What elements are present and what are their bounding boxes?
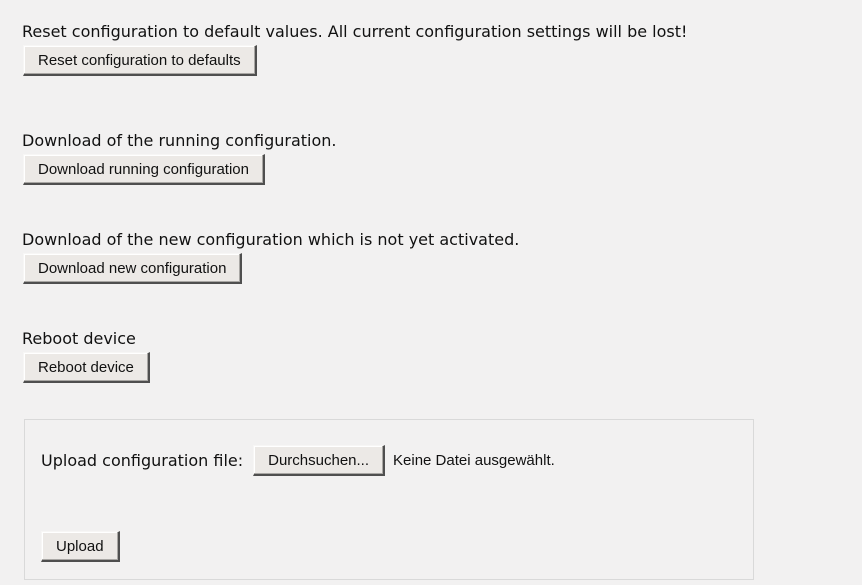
download-new-section: Download of the new configuration which … <box>22 230 519 284</box>
browse-file-button[interactable]: Durchsuchen... <box>253 445 386 476</box>
reset-description: Reset configuration to default values. A… <box>22 22 688 41</box>
upload-file-label: Upload configuration file: <box>41 450 244 470</box>
upload-button-wrapper: Upload <box>40 528 120 562</box>
reboot-description: Reboot device <box>22 329 136 348</box>
download-running-section: Download of the running configuration. D… <box>22 131 337 185</box>
reboot-section: Reboot device Reboot device <box>22 329 150 383</box>
selected-file-status: Keine Datei ausgewählt. <box>393 452 555 469</box>
reboot-device-button[interactable]: Reboot device <box>23 352 150 383</box>
download-new-description: Download of the new configuration which … <box>22 230 520 249</box>
download-running-description: Download of the running configuration. <box>22 131 337 150</box>
download-running-config-button[interactable]: Download running configuration <box>23 154 265 185</box>
reset-section: Reset configuration to default values. A… <box>22 22 687 76</box>
upload-file-row: Upload configuration file: Durchsuchen..… <box>41 445 555 476</box>
download-new-config-button[interactable]: Download new configuration <box>23 253 243 284</box>
upload-panel: Upload configuration file: Durchsuchen..… <box>24 419 754 580</box>
upload-button[interactable]: Upload <box>41 531 120 562</box>
reset-to-defaults-button[interactable]: Reset configuration to defaults <box>23 45 257 76</box>
